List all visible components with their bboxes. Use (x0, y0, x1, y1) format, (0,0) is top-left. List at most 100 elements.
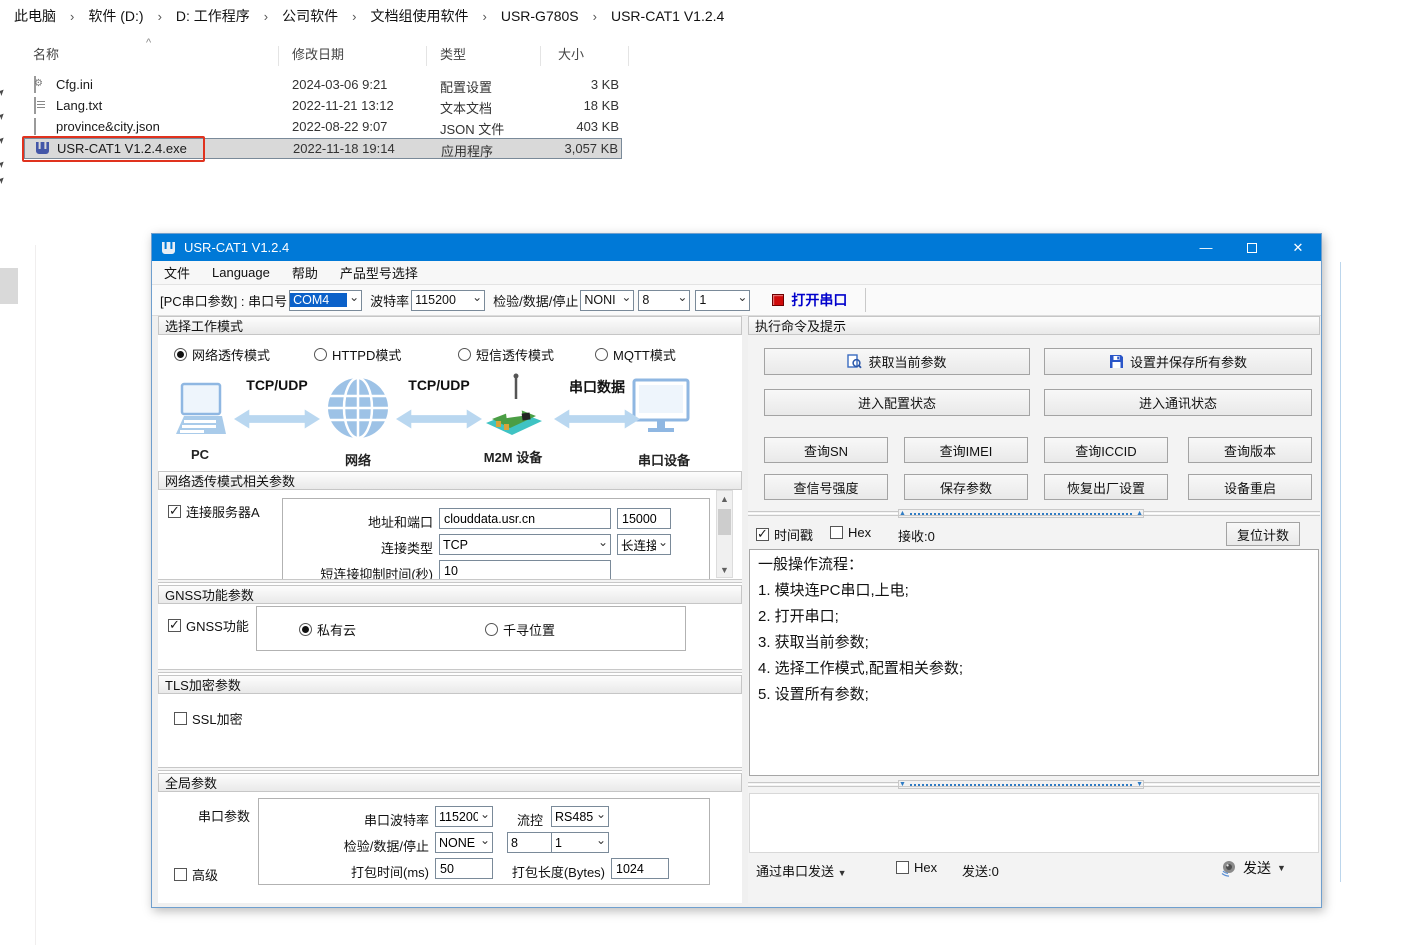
menu-help[interactable]: 帮助 (292, 263, 318, 282)
flow-control-select[interactable]: RS485 (551, 806, 609, 827)
workmode-radio-httpd[interactable]: HTTPD模式 (314, 345, 401, 364)
chevron-right-icon: › (482, 9, 486, 24)
app-window: USR-CAT1 V1.2.4 — ✕ 文件 Language 帮助 产品型号选… (151, 233, 1322, 908)
global-stopbits-select[interactable]: 1 (551, 832, 609, 853)
gnss-groupbox: 私有云 千寻位置 (256, 606, 686, 651)
splitter[interactable]: ▲▲ (748, 509, 1320, 518)
databits-select[interactable]: 8 (638, 290, 690, 311)
gnss-radio-qianxun[interactable]: 千寻位置 (485, 620, 555, 639)
short-conn-input[interactable]: 10 (439, 560, 611, 579)
query-version-button[interactable]: 查询版本 (1188, 437, 1312, 463)
speaker-send-icon (1220, 860, 1237, 877)
server-address-input[interactable]: clouddata.usr.cn (439, 508, 611, 529)
factory-reset-button[interactable]: 恢复出厂设置 (1044, 474, 1168, 500)
file-size: 3 KB (591, 77, 619, 92)
close-icon[interactable]: ✕ (1275, 234, 1321, 261)
workmode-radio-sms[interactable]: 短信透传模式 (458, 345, 554, 364)
gnss-radio-private-cloud[interactable]: 私有云 (299, 620, 356, 639)
breadcrumb-item[interactable]: USR-CAT1 V1.2.4 (607, 6, 728, 26)
query-signal-button[interactable]: 查信号强度 (764, 474, 888, 500)
log-area[interactable]: 一般操作流程： 1. 模块连PC串口,上电; 2. 打开串口; 3. 获取当前参… (749, 549, 1319, 776)
parity-select[interactable]: NONI (580, 290, 634, 311)
maximize-icon[interactable] (1229, 234, 1275, 261)
file-row[interactable]: Lang.txt 2022-11-21 13:12 文本文档 18 KB (24, 96, 622, 117)
workmode-radio-net-passthrough[interactable]: 网络透传模式 (174, 345, 270, 364)
pinned-item-marker: ➤ (0, 108, 9, 122)
red-highlight-box (22, 136, 205, 162)
enter-config-state-button[interactable]: 进入配置状态 (764, 389, 1030, 416)
scrollbar-thumb[interactable] (718, 509, 731, 535)
set-save-all-button[interactable]: 设置并保存所有参数 (1044, 348, 1312, 375)
caret-down-icon: ▼ (1277, 863, 1286, 873)
global-parity-select[interactable]: NONE (435, 832, 493, 853)
query-iccid-button[interactable]: 查询ICCID (1044, 437, 1168, 463)
hex-send-checkbox[interactable]: Hex (896, 860, 937, 875)
baud-label: 波特率 (370, 291, 409, 310)
minimize-icon[interactable]: — (1183, 234, 1229, 261)
column-divider (628, 46, 629, 66)
file-row[interactable]: province&city.json 2022-08-22 9:07 JSON … (24, 117, 622, 138)
breadcrumb-item[interactable]: 软件 (D:) (84, 4, 147, 28)
advanced-checkbox[interactable]: 高级 (174, 865, 218, 884)
menu-product-model[interactable]: 产品型号选择 (340, 263, 418, 282)
chevron-down-icon (470, 291, 484, 309)
menu-language[interactable]: Language (212, 265, 270, 280)
scroll-up-icon[interactable]: ▲ (717, 491, 732, 506)
chevron-right-icon: › (352, 9, 356, 24)
double-arrow-icon (554, 406, 640, 432)
ssl-checkbox[interactable]: SSL加密 (174, 709, 243, 728)
column-header-type[interactable]: 类型 (440, 44, 466, 68)
workmode-radio-mqtt[interactable]: MQTT模式 (595, 345, 676, 364)
send-input-area[interactable] (749, 793, 1319, 853)
open-serial-button[interactable]: 打开串口 (764, 288, 855, 312)
global-baud-select[interactable]: 115200 (435, 806, 493, 827)
column-header-date[interactable]: 修改日期 (292, 44, 344, 68)
server-port-input[interactable]: 15000 (617, 508, 671, 529)
breadcrumb-item[interactable]: USR-G780S (497, 6, 583, 26)
query-imei-button[interactable]: 查询IMEI (904, 437, 1028, 463)
breadcrumb: 此电脑› 软件 (D:)› D: 工作程序› 公司软件› 文档组使用软件› US… (0, 0, 1404, 32)
breadcrumb-item[interactable]: D: 工作程序 (172, 4, 254, 28)
menu-file[interactable]: 文件 (164, 263, 190, 282)
baud-select[interactable]: 115200 (411, 290, 485, 311)
timestamp-checkbox[interactable]: 时间戳 (756, 525, 813, 544)
keepalive-select[interactable]: 长连接 (617, 534, 671, 555)
section-divider (158, 579, 742, 583)
file-name: province&city.json (56, 119, 160, 134)
enter-comm-state-button[interactable]: 进入通讯状态 (1044, 389, 1312, 416)
pack-length-input[interactable]: 1024 (611, 858, 669, 879)
gnss-checkbox[interactable]: GNSS功能 (168, 616, 249, 635)
send-via-serial-dropdown[interactable]: 通过串口发送 ▼ (756, 861, 847, 880)
breadcrumb-item[interactable]: 此电脑 (10, 4, 60, 28)
chevron-down-icon (596, 536, 610, 554)
query-sn-button[interactable]: 查询SN (764, 437, 888, 463)
file-row[interactable]: Cfg.ini 2024-03-06 9:21 配置设置 3 KB (24, 75, 622, 96)
chevron-right-icon: › (70, 9, 74, 24)
chevron-down-icon (675, 291, 689, 309)
stopbits-select[interactable]: 1 (695, 290, 750, 311)
column-header-name[interactable]: 名称 (33, 44, 59, 68)
server-a-checkbox[interactable]: 连接服务器A (168, 502, 260, 521)
breadcrumb-item[interactable]: 文档组使用软件 (366, 4, 472, 28)
column-header-size[interactable]: 大小 (558, 44, 584, 68)
scroll-down-icon[interactable]: ▼ (717, 562, 732, 577)
log-line: 1. 模块连PC串口,上电; (750, 576, 1318, 602)
get-params-button[interactable]: 获取当前参数 (764, 348, 1030, 375)
reset-counter-button[interactable]: 复位计数 (1226, 522, 1300, 546)
triangle-down-icon: ▼ (899, 781, 906, 788)
breadcrumb-item[interactable]: 公司软件 (278, 4, 342, 28)
file-size: 18 KB (584, 98, 619, 113)
send-button[interactable]: 发送 ▼ (1220, 858, 1286, 878)
chevron-down-icon (594, 834, 608, 852)
title-bar[interactable]: USR-CAT1 V1.2.4 — ✕ (152, 234, 1321, 261)
file-date: 2022-11-21 13:12 (292, 98, 394, 113)
conn-type-select[interactable]: TCP (439, 534, 611, 555)
com-port-select[interactable]: COM4 (289, 290, 362, 311)
net-params-scrollbar[interactable]: ▲ ▼ (716, 490, 733, 578)
device-restart-button[interactable]: 设备重启 (1188, 474, 1312, 500)
splitter[interactable]: ▼▼ (748, 780, 1320, 789)
double-arrow-icon (396, 406, 482, 432)
hex-recv-checkbox[interactable]: Hex (830, 525, 871, 540)
save-params-button[interactable]: 保存参数 (904, 474, 1028, 500)
column-divider (278, 46, 279, 66)
